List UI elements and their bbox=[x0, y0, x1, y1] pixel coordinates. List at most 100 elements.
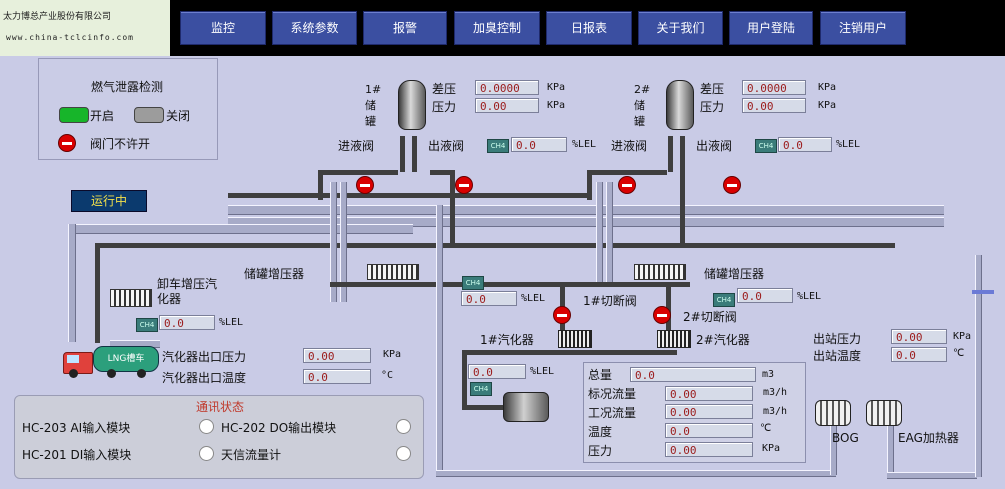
pressurizer-left-label: 储罐增压器 bbox=[244, 267, 305, 281]
pipe bbox=[68, 224, 413, 234]
nav-logout-button[interactable]: 注销用户 bbox=[820, 11, 906, 45]
nav-alarm-button[interactable]: 报警 bbox=[363, 11, 447, 45]
unload-vaporizer-icon bbox=[110, 289, 152, 307]
running-status-badge: 运行中 bbox=[71, 190, 147, 212]
tank1-lel-unit: %LEL bbox=[572, 139, 597, 150]
gas-sensor-icon: CH4 bbox=[487, 139, 509, 153]
nav-login-button[interactable]: 用户登陆 bbox=[729, 11, 813, 45]
legend-title: 燃气泄露检测 bbox=[91, 80, 164, 94]
station-press-label: 出站压力 bbox=[813, 332, 862, 346]
station-temp-unit: ℃ bbox=[953, 348, 965, 359]
comm-flowmeter-status-icon bbox=[396, 446, 411, 461]
tank1-inlet-label: 进液阀 bbox=[338, 139, 375, 153]
vaporizer1-label: 1#汽化器 bbox=[480, 333, 534, 347]
tank2-press-value: 0.00 bbox=[742, 98, 806, 113]
truck-wheel bbox=[69, 369, 78, 378]
tank1-press-label: 压力 bbox=[432, 100, 457, 114]
tank1-icon bbox=[398, 80, 426, 130]
legend-open-label: 开启 bbox=[90, 109, 115, 123]
pipe bbox=[887, 425, 894, 477]
cutoff2-label: 2#切断阀 bbox=[683, 310, 737, 324]
flow-work-value: 0.00 bbox=[665, 404, 753, 419]
nav-odor-control-button[interactable]: 加臭控制 bbox=[454, 11, 540, 45]
vap-outlet-temp-value: 0.0 bbox=[303, 369, 371, 384]
cutoff2-lel-unit: %LEL bbox=[797, 291, 822, 302]
pipe bbox=[95, 243, 895, 248]
pipe bbox=[596, 182, 603, 282]
tank1-name: 1#储罐 bbox=[365, 83, 382, 128]
pipe bbox=[412, 136, 417, 172]
tank2-press-unit: KPa bbox=[818, 100, 837, 111]
tank2-diff-value: 0.0000 bbox=[742, 80, 806, 95]
tank2-icon bbox=[666, 80, 694, 130]
pipe bbox=[68, 224, 76, 342]
bog-label: BOG bbox=[832, 431, 859, 445]
station-press-unit: KPa bbox=[953, 331, 972, 342]
pressurizer-right-icon bbox=[634, 264, 686, 280]
closed-indicator-icon bbox=[134, 107, 164, 123]
tank2-name: 2#储罐 bbox=[634, 83, 651, 128]
tank2-inlet-valve-icon[interactable] bbox=[618, 176, 636, 194]
gas-sensor-icon: CH4 bbox=[462, 276, 484, 290]
odor-lel-value: 0.0 bbox=[468, 364, 526, 379]
vap-outlet-press-label: 汽化器出口压力 bbox=[162, 350, 247, 364]
flow-total-unit: m3 bbox=[762, 369, 775, 380]
comm-module-do-status-icon bbox=[396, 419, 411, 434]
cutoff2-valve-icon[interactable] bbox=[653, 306, 671, 324]
tank1-outlet-valve-icon[interactable] bbox=[455, 176, 473, 194]
vaporizer1-icon bbox=[558, 330, 592, 348]
comm-flowmeter-label: 天信流量计 bbox=[221, 448, 282, 462]
tank2-diff-label: 差压 bbox=[700, 82, 725, 96]
unload-vaporizer-label: 卸车增压汽化器 bbox=[157, 277, 218, 306]
pipe bbox=[587, 170, 667, 175]
unload-lel-unit: %LEL bbox=[219, 317, 244, 328]
flow-press-unit: KPa bbox=[762, 443, 781, 454]
cutoff1-valve-icon[interactable] bbox=[553, 306, 571, 324]
flow-work-unit: m3/h bbox=[763, 406, 788, 417]
tank1-diff-unit: KPa bbox=[547, 82, 566, 93]
no-entry-icon bbox=[58, 134, 76, 152]
nav-monitor-button[interactable]: 监控 bbox=[180, 11, 266, 45]
flow-std-label: 标况流量 bbox=[588, 387, 637, 401]
pipe bbox=[95, 243, 100, 343]
eag-label: EAG加热器 bbox=[898, 431, 959, 445]
flow-total-value: 0.0 bbox=[630, 367, 756, 382]
tank2-outlet-valve-icon[interactable] bbox=[723, 176, 741, 194]
flow-std-value: 0.00 bbox=[665, 386, 753, 401]
nav-daily-report-button[interactable]: 日报表 bbox=[546, 11, 632, 45]
nav-system-params-button[interactable]: 系统参数 bbox=[272, 11, 357, 45]
vap-outlet-press-value: 0.00 bbox=[303, 348, 371, 363]
comm-module-di-label: HC-201 DI输入模块 bbox=[22, 448, 132, 462]
unload-lel-value: 0.0 bbox=[159, 315, 215, 330]
tank1-diff-value: 0.0000 bbox=[475, 80, 539, 95]
open-indicator-icon bbox=[59, 107, 89, 123]
cutoff2-lel-value: 0.0 bbox=[737, 288, 793, 303]
flow-std-unit: m3/h bbox=[763, 387, 788, 398]
pipe bbox=[228, 193, 588, 198]
vaporizer2-icon bbox=[657, 330, 691, 348]
tank1-inlet-valve-icon[interactable] bbox=[356, 176, 374, 194]
pipe bbox=[462, 350, 677, 355]
pipe bbox=[606, 182, 613, 282]
odorizer-tank-icon bbox=[503, 392, 549, 422]
flow-total-label: 总量 bbox=[588, 368, 613, 382]
gas-sensor-icon: CH4 bbox=[713, 293, 735, 307]
cutoff1-lel-value: 0.0 bbox=[461, 291, 517, 306]
comm-status-title: 通讯状态 bbox=[196, 400, 245, 414]
vaporizer2-label: 2#汽化器 bbox=[696, 333, 750, 347]
tank1-lel-value: 0.0 bbox=[511, 137, 567, 152]
legend-closed-label: 关闭 bbox=[166, 109, 191, 123]
cutoff1-lel-unit: %LEL bbox=[521, 293, 546, 304]
truck-tank-label: LNG槽车 bbox=[93, 346, 159, 372]
pipe bbox=[462, 350, 467, 410]
pipe bbox=[436, 470, 836, 477]
truck-wheel bbox=[137, 369, 146, 378]
gas-sensor-icon: CH4 bbox=[470, 382, 492, 396]
nav-about-button[interactable]: 关于我们 bbox=[638, 11, 723, 45]
pipe bbox=[450, 170, 455, 245]
pressurizer-left-icon bbox=[367, 264, 419, 280]
lng-truck-icon: LNG槽车 bbox=[63, 344, 160, 378]
pipe bbox=[430, 170, 455, 175]
gas-sensor-icon: CH4 bbox=[755, 139, 777, 153]
tank2-diff-unit: KPa bbox=[818, 82, 837, 93]
